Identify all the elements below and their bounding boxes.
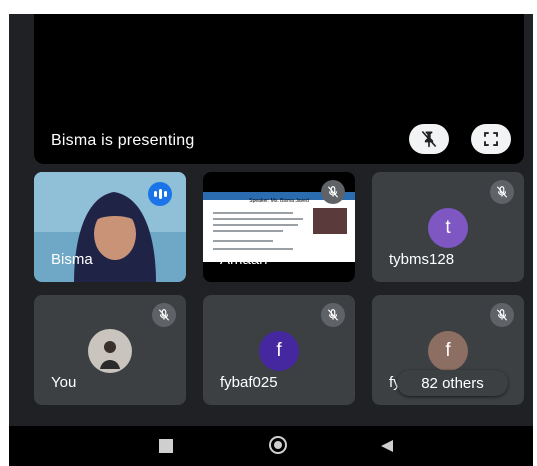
presenting-label: Bisma is presenting (51, 132, 195, 149)
fullscreen-icon (484, 132, 498, 146)
mic-muted-indicator (490, 303, 514, 327)
fullscreen-button[interactable] (471, 124, 511, 154)
back-button[interactable] (379, 438, 395, 454)
avatar: t (428, 208, 468, 248)
pin-off-icon (421, 130, 437, 148)
mic-off-icon (158, 309, 170, 321)
mic-off-icon (496, 186, 508, 198)
mic-off-icon (327, 186, 339, 198)
others-chip[interactable]: 82 others (397, 370, 508, 396)
participant-name: fybaf025 (220, 374, 278, 391)
avatar (88, 329, 132, 373)
pin-off-button[interactable] (409, 124, 449, 154)
home-button[interactable] (269, 436, 287, 454)
participant-name: You (51, 374, 77, 391)
mic-off-icon (327, 309, 339, 321)
participant-name: Bisma (51, 251, 93, 268)
participant-name: tybms128 (389, 251, 455, 268)
participant-tile-you[interactable]: You (34, 295, 186, 405)
recents-button[interactable] (159, 439, 173, 453)
meeting-screen: Bisma is presenting Bisma Speaker: Ms. B… (9, 14, 533, 426)
participant-tile-amaan[interactable]: Speaker: Ms. Bisma Javed Amaan (203, 172, 355, 282)
avatar: f (428, 331, 468, 371)
mic-muted-indicator (490, 180, 514, 204)
navigation-bar (9, 426, 533, 466)
participant-tile-tybms128[interactable]: t tybms128 (372, 172, 524, 282)
participant-name: Amaan (220, 251, 268, 268)
home-icon (274, 441, 282, 449)
mic-off-icon (496, 309, 508, 321)
speaking-indicator (148, 182, 172, 206)
mic-muted-indicator (321, 180, 345, 204)
slide-photo (313, 208, 347, 234)
mic-muted-indicator (152, 303, 176, 327)
participant-tile-bisma[interactable]: Bisma (34, 172, 186, 282)
presentation-area[interactable]: Bisma is presenting (34, 14, 524, 164)
mic-muted-indicator (321, 303, 345, 327)
avatar: f (259, 331, 299, 371)
participant-tile-fybaf025[interactable]: f fybaf025 (203, 295, 355, 405)
